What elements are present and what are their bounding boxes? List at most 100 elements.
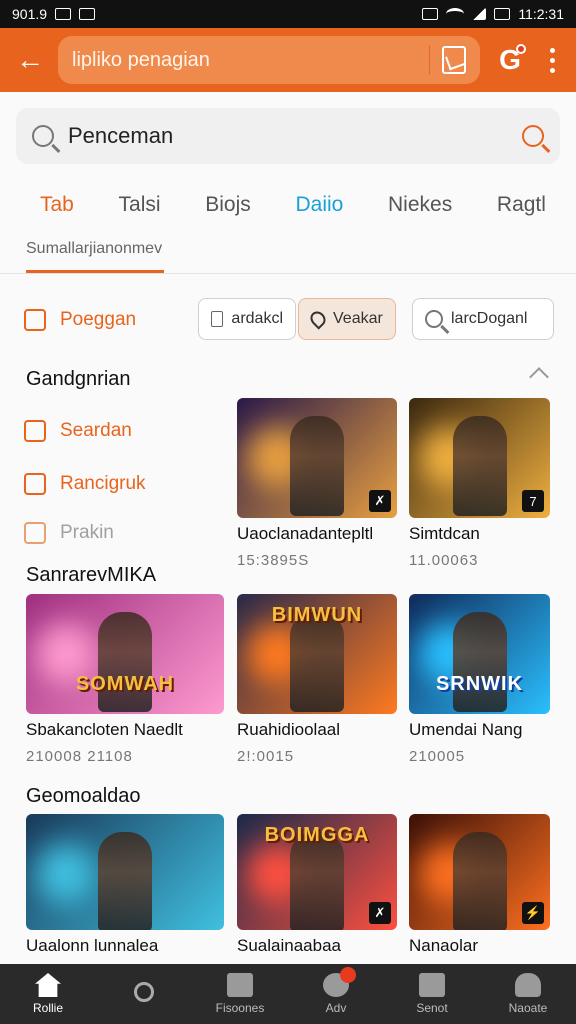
- app-bar: ← lipliko penagian G: [0, 28, 576, 92]
- section-title: Gandgnrian: [26, 368, 131, 390]
- subtab-label[interactable]: Sumallarjianonmev: [26, 240, 162, 258]
- wifi-icon: [446, 8, 465, 20]
- google-account-button[interactable]: G: [490, 40, 530, 80]
- inbox-icon: [419, 973, 445, 997]
- sidebar-item-seardan[interactable]: Seardan: [24, 420, 132, 442]
- sidebar-item-label: Seardan: [60, 420, 132, 441]
- filter-chip-ardakcl[interactable]: ardakcl: [198, 298, 296, 340]
- game-meta: 210008 21108: [26, 748, 133, 765]
- search-submit-icon[interactable]: [522, 125, 544, 147]
- filter-chip-veakar[interactable]: Veakar: [298, 298, 396, 340]
- game-meta: 11.00063: [409, 552, 479, 569]
- game-title: Nanaolar: [409, 936, 478, 955]
- nav-search[interactable]: [104, 982, 184, 1006]
- game-logo: BOIMGGA: [264, 824, 370, 846]
- tab-tab[interactable]: Tab: [40, 193, 74, 217]
- share-icon: [24, 473, 46, 495]
- search-input-value: Penceman: [68, 123, 174, 148]
- tab-daiio[interactable]: Daiio: [295, 193, 343, 217]
- game-title: Uaalonn lunnalea: [26, 936, 159, 955]
- game-thumbnail: BOIMGGA ✗: [237, 814, 397, 930]
- notification-dot: [516, 44, 526, 54]
- sidebar-item-poeggan[interactable]: Poeggan: [24, 309, 136, 331]
- gallery-icon: [227, 973, 253, 997]
- clock-icon: [24, 420, 46, 442]
- more-options-button[interactable]: [540, 40, 564, 80]
- sidebar-item-prakin[interactable]: Prakin: [24, 522, 114, 544]
- sidebar-item-rancigruk[interactable]: Rancigruk: [24, 473, 146, 495]
- sidebar-item-label: Poeggan: [60, 309, 137, 330]
- notification-icon: [79, 8, 96, 20]
- nav-label: Fisoones: [215, 1001, 265, 1015]
- tab-biojs[interactable]: Biojs: [205, 193, 251, 217]
- nav-label: Naoate: [508, 1001, 548, 1015]
- back-button[interactable]: ←: [12, 42, 48, 78]
- search-icon: [32, 125, 54, 147]
- chip-label: Veakar: [333, 310, 383, 327]
- divider: [429, 45, 430, 75]
- game-card[interactable]: SRNWIK Umendai Nang 210005: [409, 594, 550, 765]
- game-card[interactable]: SOMWAH Sbakancloten Naedlt 210008 21108: [26, 594, 224, 765]
- game-title: Sualainaabaa: [237, 936, 341, 955]
- nav-naoate[interactable]: Naoate: [488, 973, 568, 1015]
- section-title: Geomoaldao: [26, 785, 141, 807]
- game-card[interactable]: Uaalonn lunnalea: [26, 814, 224, 956]
- document-icon[interactable]: [442, 46, 466, 74]
- checkbox-icon: [24, 309, 46, 331]
- section-title: SanrarevMIKA: [26, 564, 157, 586]
- game-title: Simtdcan: [409, 524, 480, 543]
- game-title: Umendai Nang: [409, 720, 523, 739]
- mail-icon: [55, 8, 72, 20]
- game-meta: 2!:0015: [237, 748, 295, 765]
- game-card[interactable]: ⚡ Nanaolar: [409, 814, 550, 956]
- app-bar-search[interactable]: lipliko penagian: [58, 36, 480, 84]
- tab-ragtl[interactable]: Ragtl: [497, 193, 546, 217]
- game-card[interactable]: 7 Simtdcan 11.00063: [409, 398, 550, 569]
- nav-label: Adv: [325, 1001, 347, 1015]
- chevron-icon: [24, 522, 46, 544]
- chip-label: ardakcl: [231, 310, 283, 327]
- notification-badge: [340, 967, 356, 983]
- sidebar-item-label: Rancigruk: [60, 473, 146, 494]
- profile-icon: [515, 973, 541, 997]
- game-logo: BIMWUN: [271, 604, 363, 626]
- app-bar-search-text: lipliko penagian: [72, 48, 210, 71]
- nav-home[interactable]: Rollie: [8, 973, 88, 1015]
- filter-chip-search[interactable]: larcDoganl: [412, 298, 554, 340]
- status-bar: 901.9 11:2:31: [0, 0, 576, 28]
- badge: ✗: [369, 490, 391, 512]
- search-icon: [134, 982, 154, 1002]
- game-thumbnail: ⚡: [409, 814, 550, 930]
- badge: ⚡: [522, 902, 544, 924]
- nav-label: Rollie: [32, 1001, 63, 1015]
- game-thumbnail: SOMWAH: [26, 594, 224, 714]
- chip-label: larcDoganl: [451, 310, 528, 327]
- game-thumbnail: [26, 814, 224, 930]
- game-meta: 15:3895S: [237, 552, 310, 569]
- badge: ✗: [369, 902, 391, 924]
- game-card[interactable]: BOIMGGA ✗ Sualainaabaa: [237, 814, 397, 956]
- game-thumbnail: SRNWIK: [409, 594, 550, 714]
- home-icon: [35, 973, 61, 997]
- game-meta: 210005: [409, 748, 466, 765]
- chevron-up-icon[interactable]: [529, 367, 549, 387]
- nav-fisoones[interactable]: Fisoones: [200, 973, 280, 1015]
- tab-niekes[interactable]: Niekes: [388, 193, 452, 217]
- status-left-text: 901.9: [12, 6, 48, 22]
- game-thumbnail: 7: [409, 398, 550, 518]
- search-input[interactable]: Penceman: [16, 108, 560, 164]
- status-time: 11:2:31: [518, 6, 564, 22]
- battery-icon: [494, 8, 511, 20]
- game-card[interactable]: BIMWUN Ruahidioolaal 2!:0015: [237, 594, 397, 765]
- divider: [0, 273, 576, 274]
- game-card[interactable]: ✗ Uaoclanadantepltl 15:3895S: [237, 398, 397, 569]
- tab-talsi[interactable]: Talsi: [119, 193, 161, 217]
- game-thumbnail: ✗: [237, 398, 397, 518]
- sidebar-item-label: Prakin: [60, 522, 114, 543]
- nav-label: Senot: [416, 1001, 448, 1015]
- nav-senot[interactable]: Senot: [392, 973, 472, 1015]
- game-thumbnail: BIMWUN: [237, 594, 397, 714]
- alarm-icon: [422, 8, 439, 20]
- search-icon: [425, 310, 443, 328]
- nav-adv[interactable]: Adv: [296, 967, 376, 1015]
